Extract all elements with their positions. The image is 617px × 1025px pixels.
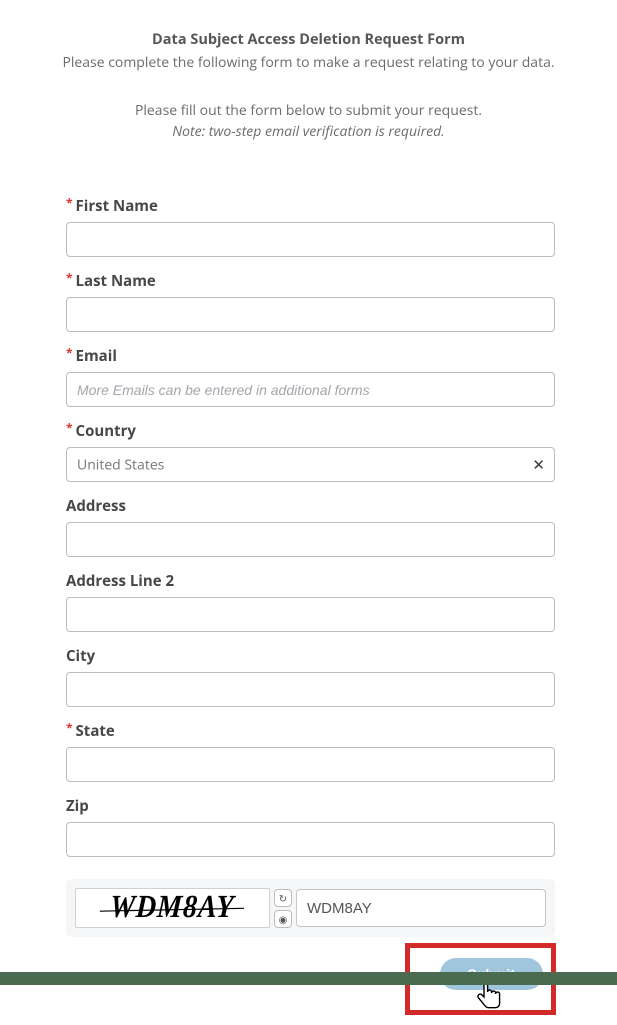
form-header: Data Subject Access Deletion Request For…	[0, 0, 617, 141]
country-select[interactable]	[66, 447, 555, 482]
instruction-text: Please fill out the form below to submit…	[60, 101, 557, 120]
address-input[interactable]	[66, 522, 555, 557]
captcha-controls: ↻ ◉	[274, 889, 292, 928]
state-label: State	[76, 721, 115, 741]
last-name-input[interactable]	[66, 297, 555, 332]
address-label: Address	[66, 496, 126, 516]
field-address2: Address Line 2	[66, 571, 555, 632]
address2-label: Address Line 2	[66, 571, 174, 591]
last-name-label: Last Name	[76, 271, 156, 291]
field-state: * State	[66, 721, 555, 782]
footer-bar	[0, 972, 617, 985]
city-input[interactable]	[66, 672, 555, 707]
verification-note: Note: two-step email verification is req…	[60, 122, 557, 141]
state-input[interactable]	[66, 747, 555, 782]
zip-label: Zip	[66, 796, 89, 816]
address2-input[interactable]	[66, 597, 555, 632]
zip-input[interactable]	[66, 822, 555, 857]
required-marker: *	[66, 272, 73, 284]
field-zip: Zip	[66, 796, 555, 857]
first-name-input[interactable]	[66, 222, 555, 257]
page-subtitle: Please complete the following form to ma…	[60, 53, 557, 73]
clear-country-icon[interactable]: ✕	[532, 455, 545, 475]
required-marker: *	[66, 347, 73, 359]
page-title: Data Subject Access Deletion Request For…	[60, 30, 557, 49]
captcha-section: WDM8AY ↻ ◉	[66, 879, 555, 937]
field-address: Address	[66, 496, 555, 557]
email-input[interactable]	[66, 372, 555, 407]
captcha-refresh-icon[interactable]: ↻	[274, 889, 292, 907]
city-label: City	[66, 646, 95, 666]
required-marker: *	[66, 422, 73, 434]
captcha-audio-icon[interactable]: ◉	[274, 910, 292, 928]
field-first-name: * First Name	[66, 196, 555, 257]
captcha-image-text: WDM8AY	[109, 890, 235, 927]
required-marker: *	[66, 722, 73, 734]
email-label: Email	[76, 346, 117, 366]
required-marker: *	[66, 197, 73, 209]
field-city: City	[66, 646, 555, 707]
country-label: Country	[76, 421, 136, 441]
captcha-image: WDM8AY	[75, 888, 270, 928]
field-email: * Email	[66, 346, 555, 407]
field-country: * Country United States ✕	[66, 421, 555, 482]
first-name-label: First Name	[76, 196, 158, 216]
captcha-input[interactable]	[296, 889, 546, 927]
field-last-name: * Last Name	[66, 271, 555, 332]
request-form: * First Name * Last Name * Email * Count…	[0, 141, 617, 1021]
